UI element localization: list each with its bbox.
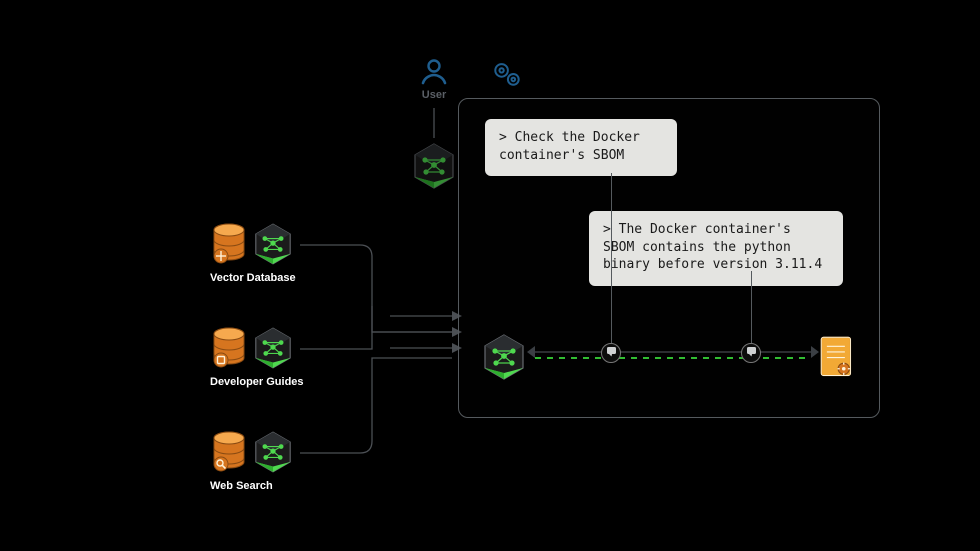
ai-cube-icon (483, 333, 525, 375)
ai-cube-icon (413, 142, 455, 184)
user-icon (410, 56, 458, 86)
source-vector-database: Vector Database (210, 222, 360, 284)
message-icon (746, 344, 757, 362)
source-developer-guides: Developer Guides (210, 326, 360, 388)
ai-cube-icon (254, 222, 292, 266)
ai-cube-icon (254, 326, 292, 370)
database-icon (210, 326, 248, 370)
database-icon (210, 222, 248, 266)
gears-icon (489, 56, 529, 96)
source-label: Developer Guides (210, 376, 360, 388)
source-label: Web Search (210, 480, 360, 492)
message-icon (606, 344, 617, 362)
detail-panel: > Check the Docker container's SBOM > Th… (458, 98, 880, 418)
arrow-right-icon (811, 346, 819, 358)
timeline-glow (535, 357, 811, 359)
timeline-node (741, 343, 761, 363)
speech-bubble-1: > Check the Docker container's SBOM (485, 119, 677, 176)
document-gear-icon (819, 335, 855, 379)
arrow-left-icon (527, 346, 535, 358)
connector-line (751, 271, 752, 343)
source-web-search: Web Search (210, 430, 360, 492)
timeline (483, 333, 855, 383)
timeline-track (535, 351, 811, 353)
ai-cube-icon (254, 430, 292, 474)
connector-line (611, 173, 612, 343)
timeline-node (601, 343, 621, 363)
source-label: Vector Database (210, 272, 360, 284)
user-label: User (410, 89, 458, 101)
database-icon (210, 430, 248, 474)
user-block: User (410, 56, 458, 101)
speech-bubble-2: > The Docker container's SBOM contains t… (589, 211, 843, 286)
